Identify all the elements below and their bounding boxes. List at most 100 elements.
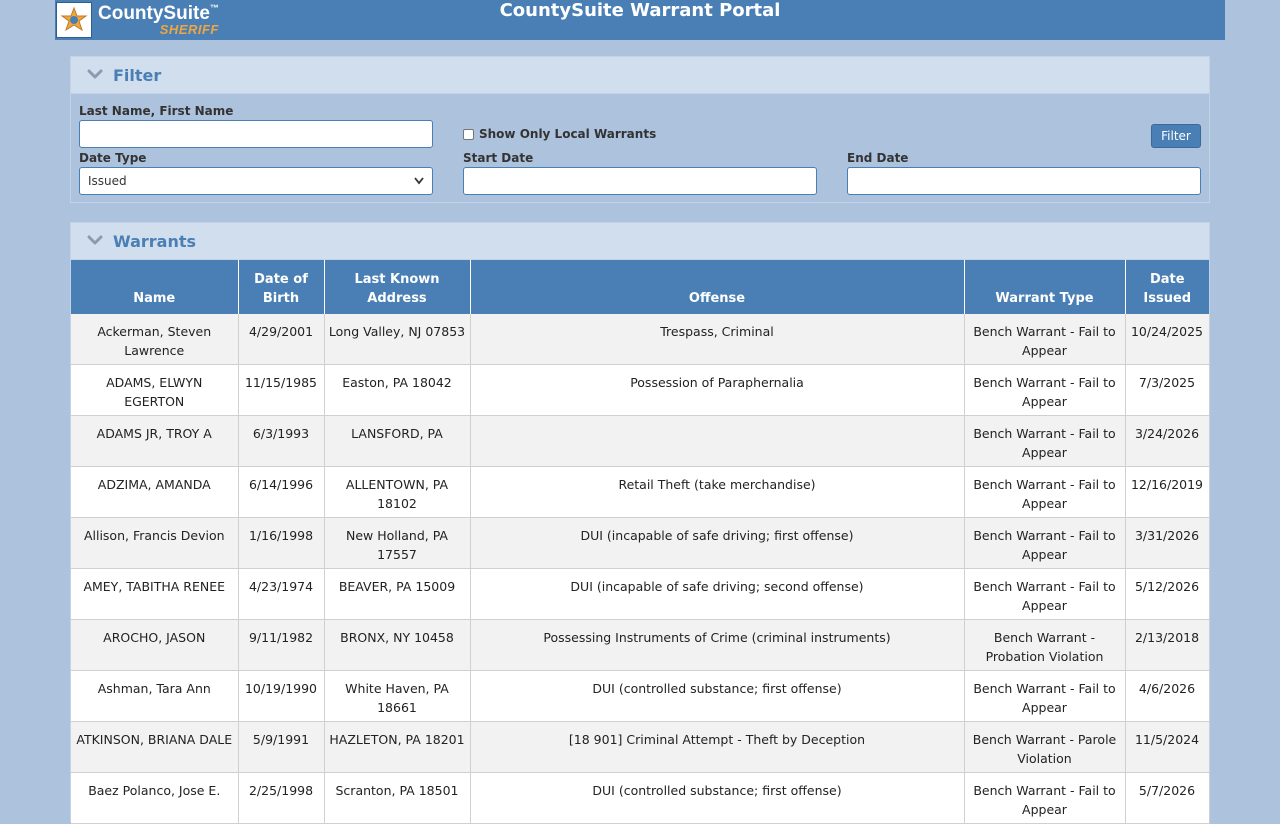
cell-offense: DUI (incapable of safe driving; second o… [470,568,965,620]
chevron-down-icon[interactable] [87,233,103,249]
table-row[interactable]: Allison, Francis Devion 1/16/1998 New Holl… [71,517,1210,569]
cell-name: AROCHO, JASON [71,619,239,671]
column-header-name[interactable]: Name [71,260,239,314]
column-header-date-issued[interactable]: Date Issued [1125,260,1209,314]
warrants-panel-header[interactable]: Warrants [71,223,1209,260]
column-header-dob[interactable]: Date of Birth [238,260,325,314]
select-arrow-icon [414,177,424,185]
start-date-input[interactable] [463,167,817,195]
cell-warrant-type: Bench Warrant - Fail to Appear [964,314,1126,365]
end-date-input[interactable] [847,167,1201,195]
cell-warrant-type: Bench Warrant - Fail to Appear [964,772,1126,824]
cell-offense: DUI (controlled substance; first offense… [470,670,965,722]
table-row[interactable]: ADZIMA, AMANDA 6/14/1996 ALLENTOWN, PA 181… [71,466,1210,518]
table-row[interactable]: Baez Polanco, Jose E. 2/25/1998 Scranton, … [71,772,1210,824]
cell-warrant-type: Bench Warrant - Probation Violation [964,619,1126,671]
date-type-label: Date Type [79,151,147,165]
column-header-warrant-type[interactable]: Warrant Type [964,260,1126,314]
cell-address: ALLENTOWN, PA 18102 [324,466,471,518]
cell-dob: 4/29/2001 [238,314,325,365]
cell-address: LANSFORD, PA [324,415,471,467]
cell-date-issued: 11/5/2024 [1125,721,1210,773]
cell-name: ATKINSON, BRIANA DALE [71,721,239,773]
cell-warrant-type: Bench Warrant - Fail to Appear [964,364,1126,416]
cell-date-issued: 7/3/2025 [1125,364,1210,416]
cell-dob: 10/19/1990 [238,670,325,722]
cell-name: Ackerman, Steven Lawrence [71,314,239,365]
local-warrants-checkbox-row[interactable]: Show Only Local Warrants [463,127,656,141]
date-type-select[interactable]: Issued [79,167,433,195]
cell-date-issued: 4/6/2026 [1125,670,1210,722]
table-row[interactable]: Ashman, Tara Ann 10/19/1990 White Haven, P… [71,670,1210,722]
cell-dob: 9/11/1982 [238,619,325,671]
table-row[interactable]: AMEY, TABITHA RENEE 4/23/1974 BEAVER, PA 1… [71,568,1210,620]
cell-address: Scranton, PA 18501 [324,772,471,824]
cell-name: ADZIMA, AMANDA [71,466,239,518]
chevron-down-icon[interactable] [87,67,103,83]
cell-warrant-type: Bench Warrant - Parole Violation [964,721,1126,773]
table-header-row: Name Date of Birth Last Known Address Of… [71,260,1209,314]
cell-offense: Retail Theft (take merchandise) [470,466,965,518]
cell-name: AMEY, TABITHA RENEE [71,568,239,620]
cell-name: Baez Polanco, Jose E. [71,772,239,824]
cell-name: Ashman, Tara Ann [71,670,239,722]
cell-dob: 11/15/1985 [238,364,325,416]
warrants-panel: Warrants Name Date of Birth Last Known A… [70,222,1210,824]
cell-dob: 5/9/1991 [238,721,325,773]
cell-warrant-type: Bench Warrant - Fail to Appear [964,670,1126,722]
cell-date-issued: 12/16/2019 [1125,466,1210,518]
filter-panel-title: Filter [113,65,162,85]
cell-offense: [18 901] Criminal Attempt - Theft by Dec… [470,721,965,773]
table-row[interactable]: ADAMS JR, TROY A 6/3/1993 LANSFORD, PA Benc… [71,415,1210,467]
cell-date-issued: 3/31/2026 [1125,517,1210,569]
cell-warrant-type: Bench Warrant - Fail to Appear [964,466,1126,518]
cell-date-issued: 2/13/2018 [1125,619,1210,671]
cell-address: BEAVER, PA 15009 [324,568,471,620]
cell-offense [470,415,965,467]
column-header-address[interactable]: Last Known Address [324,260,471,314]
end-date-label: End Date [847,151,909,165]
name-input[interactable] [79,120,433,148]
app-header: CountySuite™ SHERIFF CountySuite Warrant… [55,0,1225,40]
warrants-table: Name Date of Birth Last Known Address Of… [71,260,1210,824]
cell-dob: 6/3/1993 [238,415,325,467]
cell-name: ADAMS JR, TROY A [71,415,239,467]
filter-panel-header[interactable]: Filter [71,57,1209,94]
filter-panel: Filter Last Name, First Name Show Only L… [70,56,1210,203]
local-warrants-label: Show Only Local Warrants [479,127,657,141]
cell-dob: 2/25/1998 [238,772,325,824]
cell-offense: DUI (incapable of safe driving; first of… [470,517,965,569]
column-header-offense[interactable]: Offense [470,260,965,314]
cell-address: BRONX, NY 10458 [324,619,471,671]
cell-address: Easton, PA 18042 [324,364,471,416]
logo-sub-text: SHERIFF [159,22,219,37]
cell-date-issued: 5/7/2026 [1125,772,1210,824]
local-warrants-checkbox[interactable] [463,128,474,140]
cell-date-issued: 10/24/2025 [1125,314,1210,365]
cell-name: ADAMS, ELWYN EGERTON [71,364,239,416]
cell-warrant-type: Bench Warrant - Fail to Appear [964,568,1126,620]
cell-address: HAZLETON, PA 18201 [324,721,471,773]
cell-dob: 1/16/1998 [238,517,325,569]
cell-address: New Holland, PA 17557 [324,517,471,569]
table-row[interactable]: Ackerman, Steven Lawrence 4/29/2001 Long V… [71,314,1210,365]
warrants-panel-title: Warrants [113,231,197,251]
cell-date-issued: 5/12/2026 [1125,568,1210,620]
table-row[interactable]: AROCHO, JASON 9/11/1982 BRONX, NY 10458 Pos… [71,619,1210,671]
cell-address: Long Valley, NJ 07853 [324,314,471,365]
name-label: Last Name, First Name [79,104,234,118]
cell-date-issued: 3/24/2026 [1125,415,1210,467]
cell-warrant-type: Bench Warrant - Fail to Appear [964,517,1126,569]
table-row[interactable]: ADAMS, ELWYN EGERTON 11/15/1985 Easton, PA… [71,364,1210,416]
cell-address: White Haven, PA 18661 [324,670,471,722]
cell-offense: Trespass, Criminal [470,314,965,365]
cell-offense: DUI (controlled substance; first offense… [470,772,965,824]
cell-dob: 6/14/1996 [238,466,325,518]
filter-button[interactable]: Filter [1151,124,1201,148]
cell-offense: Possession of Paraphernalia [470,364,965,416]
cell-warrant-type: Bench Warrant - Fail to Appear [964,415,1126,467]
cell-name: Allison, Francis Devion [71,517,239,569]
table-row[interactable]: ATKINSON, BRIANA DALE 5/9/1991 HAZLETON, P… [71,721,1210,773]
page-title: CountySuite Warrant Portal [499,0,781,21]
cell-dob: 4/23/1974 [238,568,325,620]
